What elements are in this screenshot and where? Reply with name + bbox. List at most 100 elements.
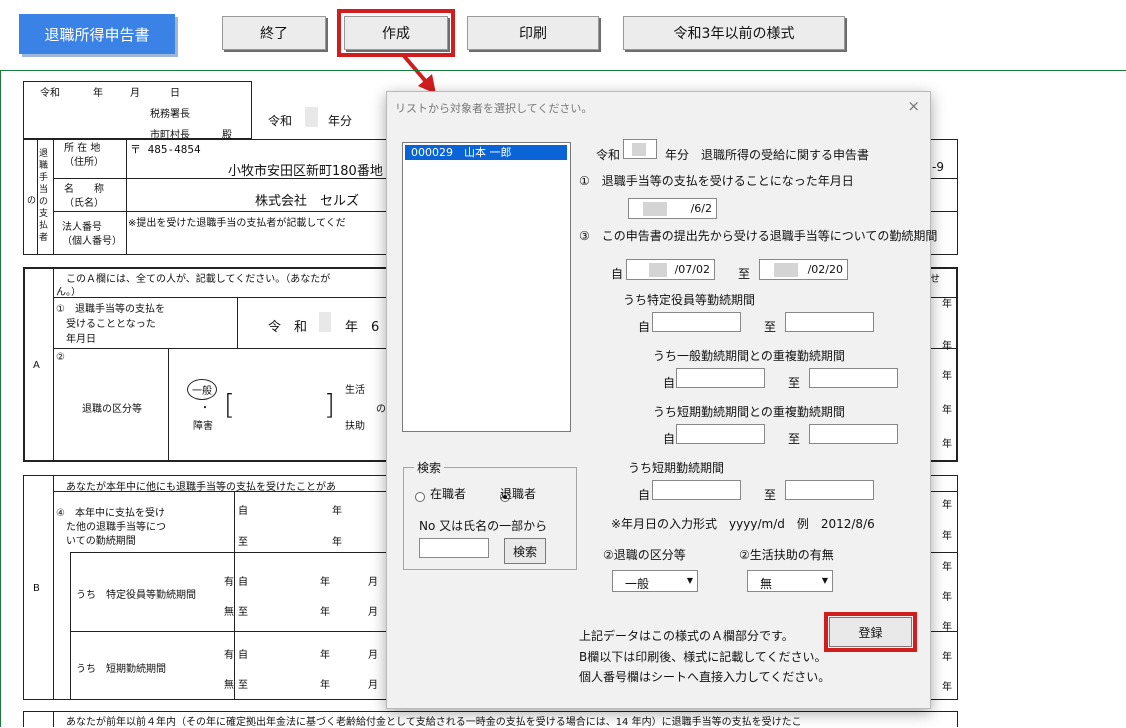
kubun-select[interactable]: 一般 ▼ — [612, 570, 698, 592]
service-to-input[interactable]: /02/20 — [759, 259, 848, 280]
chevron-down-icon: ▼ — [821, 576, 828, 585]
b4-itaru: 至 — [238, 537, 248, 548]
chevron-down-icon: ▼ — [686, 576, 693, 585]
a1-label: ① 退職手当等の支払を 受けることとなった 年月日 — [56, 304, 165, 345]
nen-a2: 年 — [942, 341, 952, 352]
b-tokutei-nen-1: 年 — [320, 577, 330, 588]
name-label: 名 称 （氏名） — [64, 184, 104, 209]
b-tokutei-tsuki-2: 月 — [368, 607, 378, 618]
search-hint: No 又は氏名の一部から — [419, 519, 548, 533]
service-from-input[interactable]: /07/02 — [626, 259, 715, 280]
person-listbox[interactable]: 000029 山本 一郎 — [402, 142, 571, 432]
service-from-mask — [649, 263, 667, 277]
b-tokutei-nen-2: 年 — [320, 607, 330, 618]
shougai-label: 障害 — [193, 421, 213, 432]
section-a-note-2: ん。） — [56, 287, 81, 298]
fujo-select-value: 無 — [760, 577, 773, 591]
tanki-itaru: 至 — [764, 488, 777, 502]
tokutei-from-input[interactable] — [652, 312, 741, 332]
section-b-note: あなたが本年中に他にも退職手当等の支払を受けたことがあ — [66, 482, 336, 493]
select-person-dialog: リストから対象者を選択してください。 × 000029 山本 一郎 令和 年分 … — [386, 91, 937, 709]
address-tail: -9 — [932, 160, 944, 174]
footer-note-2: B欄以下は印刷後、様式に記載してください。 — [579, 650, 827, 664]
date-reiwa: 令和 — [40, 88, 60, 99]
no-label: の — [376, 404, 386, 415]
nen-a4: 年 — [942, 405, 952, 416]
b4-nen-2: 年 — [332, 537, 342, 548]
register-button[interactable]: 登録 — [824, 612, 917, 652]
section-b-letter: B — [33, 583, 40, 594]
fujo-label: 扶助 — [345, 421, 365, 432]
payer-company: 株式会社 セルズ — [255, 194, 360, 209]
date-day: 日 — [170, 88, 180, 99]
tanki-overlap-to-input[interactable] — [809, 424, 898, 444]
nen-a1: 年 — [942, 299, 952, 310]
dialog-title: リストから対象者を選択してください。 — [395, 102, 593, 115]
ippan-overlap-label: うち一般勤続期間との重複勤続期間 — [653, 349, 845, 363]
section-a-vline — [237, 297, 238, 348]
section-a-note-tail: せ — [930, 274, 940, 285]
a1-year: 年 6 — [345, 320, 380, 335]
radio-current-label: 在職者 — [430, 487, 467, 501]
b-tanki-tsuki-2: 月 — [368, 680, 378, 691]
tanki-to-input[interactable] — [785, 480, 874, 500]
nen-b4: 年 — [942, 592, 952, 603]
payer-divider-3 — [126, 139, 127, 255]
nen-b2: 年 — [942, 531, 952, 542]
bracket-left: [ — [224, 388, 235, 421]
payer-address: 小牧市安田区新町180番地 — [228, 164, 383, 179]
q1-label: ① 退職手当等の支払を受けることになった年月日 — [579, 174, 854, 188]
section-c-divider — [53, 711, 54, 727]
a1-reiwa: 令 和 — [268, 320, 308, 335]
ippan-overlap-from-input[interactable] — [676, 368, 765, 388]
nen-a5: 年 — [942, 439, 952, 450]
kubun-dot: ・ — [200, 403, 210, 414]
tokutei-itaru: 至 — [764, 320, 777, 334]
search-input[interactable] — [419, 538, 489, 558]
b-tanki-itaru: 至 — [238, 680, 248, 691]
ippan-overlap-to-input[interactable] — [809, 368, 898, 388]
tokutei-ji: 自 — [638, 320, 651, 334]
section-a-note: このＡ欄には、全ての人が、記載してください。（あなたが — [66, 274, 331, 285]
year-suffix-label: 年分 — [328, 114, 353, 128]
kubun-label: ②退職の区分等 — [603, 548, 686, 562]
radio-current-employee[interactable] — [415, 492, 425, 502]
search-button[interactable]: 検索 — [504, 538, 546, 564]
year-mask — [632, 143, 646, 156]
b-tokutei-yu: 有 — [224, 577, 234, 588]
close-icon[interactable]: × — [907, 97, 920, 115]
b-tanki-yu: 有 — [224, 650, 234, 661]
fujo-select[interactable]: 無 ▼ — [747, 570, 833, 592]
tanki-from-input[interactable] — [652, 480, 741, 500]
tokutei-label: うち特定役員等勤続期間 — [623, 293, 756, 307]
tokutei-to-input[interactable] — [785, 312, 874, 332]
payer-divider-1 — [37, 139, 38, 255]
section-b-vline-2 — [234, 491, 235, 700]
ippan-overlap-ji: 自 — [663, 376, 676, 390]
payer-divider-2 — [53, 139, 54, 255]
b4-ji: 自 — [238, 506, 248, 517]
radio-retired-label: 退職者 — [500, 487, 537, 501]
nen-b3: 年 — [942, 562, 952, 573]
section-a-vline-2 — [168, 348, 169, 462]
year-input[interactable] — [623, 139, 657, 159]
b-tanki-nen-1: 年 — [320, 650, 330, 661]
b-tokutei-tsuki-1: 月 — [368, 577, 378, 588]
b-tokutei-label: うち 特定役員等勤続期間 — [76, 590, 196, 601]
tanki-ji: 自 — [638, 488, 651, 502]
payment-date-input[interactable]: /6/2 — [628, 198, 717, 219]
ippan-overlap-itaru: 至 — [788, 376, 801, 390]
corp-no-note: ※提出を受けた退職手当の支払者が記載してくだ — [128, 218, 346, 229]
section-a-letter: A — [33, 360, 40, 371]
tanki-overlap-from-input[interactable] — [676, 424, 765, 444]
service-to-value: /02/20 — [807, 263, 843, 276]
list-item-selected[interactable]: 000029 山本 一郎 — [405, 145, 567, 160]
nen-a3: 年 — [942, 371, 952, 382]
a2-label: ② — [56, 352, 65, 363]
b-tanki-nen-2: 年 — [320, 680, 330, 691]
section-b-divider — [53, 475, 54, 700]
footer-note-1: 上記データはこの様式のＡ欄部分です。 — [579, 629, 794, 643]
date-month: 月 — [130, 88, 140, 99]
kubun-select-value: 一般 — [625, 577, 650, 591]
a1-year-shade — [319, 312, 331, 332]
